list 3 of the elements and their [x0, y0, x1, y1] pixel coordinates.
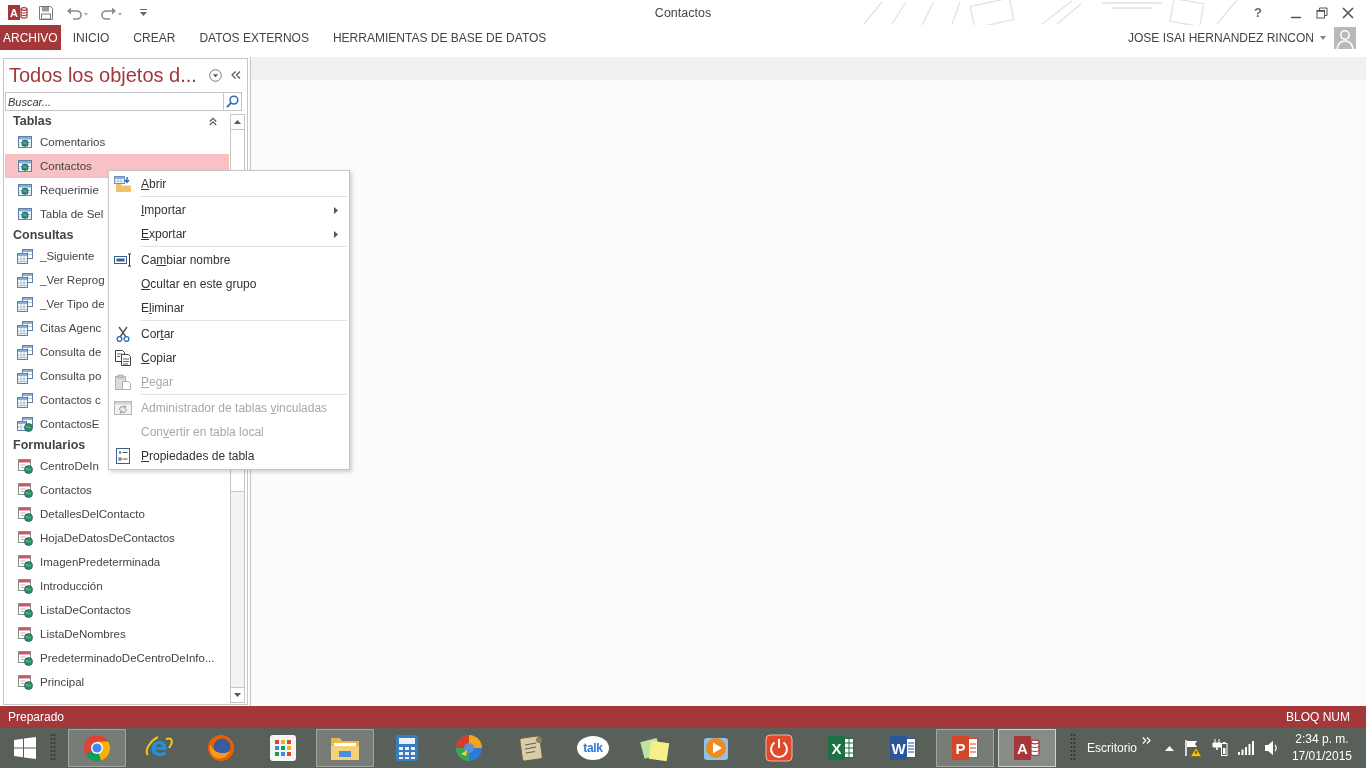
status-text: Preparado — [8, 710, 65, 724]
num-lock-indicator: BLOQ NUM — [1286, 710, 1350, 724]
window-title: Contactos — [654, 5, 712, 20]
